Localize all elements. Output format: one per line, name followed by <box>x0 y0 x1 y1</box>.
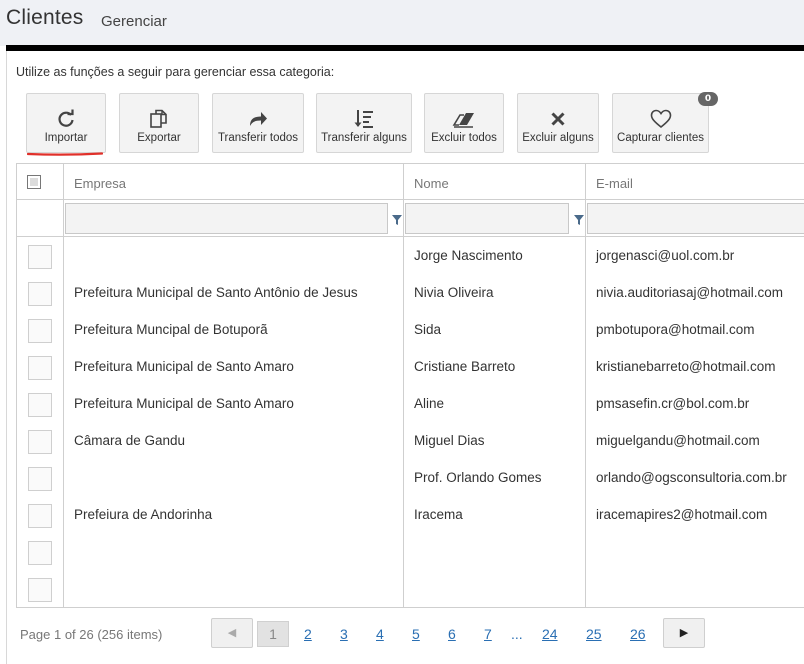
email-filter-input[interactable] <box>587 203 804 234</box>
cell-email: kristianebarreto@hotmail.com <box>596 359 776 374</box>
capture-clients-button[interactable]: Capturar clientes <box>612 93 709 153</box>
share-arrow-icon <box>213 108 303 130</box>
transfer-some-label: Transferir alguns <box>321 132 407 144</box>
cell-empresa: Prefeitura Municipal de Santo Amaro <box>74 359 294 374</box>
transfer-some-button[interactable]: Transferir alguns <box>316 93 412 153</box>
chevron-right-icon: ▶ <box>679 626 689 639</box>
column-header-email[interactable]: E-mail <box>596 176 633 191</box>
row-checkbox[interactable] <box>28 356 52 380</box>
filter-icon[interactable] <box>391 214 403 226</box>
column-header-nome[interactable]: Nome <box>414 176 449 191</box>
pager-ellipsis[interactable]: ... <box>511 626 523 642</box>
nome-filter-input[interactable] <box>405 203 569 234</box>
sort-desc-icon <box>317 108 411 130</box>
capture-clients-label: Capturar clientes <box>617 132 704 144</box>
cell-nome: Nivia Oliveira <box>414 285 494 300</box>
cell-empresa: Prefeiura de Andorinha <box>74 507 213 522</box>
row-checkbox[interactable] <box>28 319 52 343</box>
chevron-left-icon: ◀ <box>227 626 237 639</box>
cell-empresa: Câmara de Gandu <box>74 433 186 448</box>
cell-nome: Cristiane Barreto <box>414 359 516 374</box>
cell-email: pmsasefin.cr@bol.com.br <box>596 396 750 411</box>
delete-all-label: Excluir todos <box>431 132 497 144</box>
page-link[interactable]: 24 <box>542 626 558 642</box>
row-checkbox[interactable] <box>28 467 52 491</box>
page-link[interactable]: 6 <box>448 626 456 642</box>
empresa-filter-input[interactable] <box>65 203 388 234</box>
select-all-checkbox[interactable] <box>27 175 41 189</box>
cell-empresa: Prefeitura Municipal de Santo Amaro <box>74 396 294 411</box>
refresh-icon <box>27 108 105 130</box>
row-checkbox[interactable] <box>28 541 52 565</box>
column-header-empresa[interactable]: Empresa <box>74 176 126 191</box>
row-checkbox[interactable] <box>28 393 52 417</box>
delete-all-button[interactable]: Excluir todos <box>424 93 504 153</box>
cell-email: nivia.auditoriasaj@hotmail.com <box>596 285 784 300</box>
cell-nome: Jorge Nascimento <box>414 248 523 263</box>
row-checkbox[interactable] <box>28 504 52 528</box>
page-link[interactable]: 5 <box>412 626 420 642</box>
clients-grid: Empresa Nome E-mail Jorge Nascimento jorg… <box>16 163 804 608</box>
cell-email: iracemapires2@hotmail.com <box>596 507 768 522</box>
row-checkbox[interactable] <box>28 245 52 269</box>
cell-email: pmbotupora@hotmail.com <box>596 322 755 337</box>
cell-email: orlando@ogsconsultoria.com.br <box>596 470 787 485</box>
active-underline <box>27 152 103 156</box>
current-page: 1 <box>257 621 289 647</box>
capture-count-badge: 0 <box>698 92 718 106</box>
cell-nome: Prof. Orlando Gomes <box>414 470 542 485</box>
transfer-all-button[interactable]: Transferir todos <box>212 93 304 153</box>
export-button[interactable]: Exportar <box>119 93 199 153</box>
pager-summary: Page 1 of 26 (256 items) <box>20 627 163 642</box>
page-header: Clientes Gerenciar <box>0 0 804 46</box>
cell-nome: Iracema <box>414 507 463 522</box>
header-divider <box>6 45 804 51</box>
cell-empresa: Prefeitura Muncipal de Botuporã <box>74 322 268 337</box>
page-link[interactable]: 7 <box>484 626 492 642</box>
import-label: Importar <box>44 132 88 144</box>
page-title: Clientes <box>6 6 84 29</box>
cell-nome: Miguel Dias <box>414 433 485 448</box>
cell-empresa: Prefeitura Municipal de Santo Antônio de… <box>74 285 358 300</box>
page-link[interactable]: 26 <box>630 626 646 642</box>
row-checkbox[interactable] <box>28 282 52 306</box>
eraser-icon <box>425 108 503 130</box>
next-page-button[interactable]: ▶ <box>663 618 705 648</box>
row-checkbox[interactable] <box>28 578 52 602</box>
content-border <box>6 51 7 664</box>
transfer-all-label: Transferir todos <box>217 132 299 144</box>
filter-icon[interactable] <box>573 214 585 226</box>
cell-nome: Aline <box>414 396 445 411</box>
page-link[interactable]: 2 <box>304 626 312 642</box>
cell-email: jorgenasci@uol.com.br <box>596 248 735 263</box>
page-subtitle: Gerenciar <box>101 13 167 30</box>
delete-some-button[interactable]: Excluir alguns <box>517 93 599 153</box>
export-label: Exportar <box>137 132 181 144</box>
page-link[interactable]: 4 <box>376 626 384 642</box>
import-button[interactable]: Importar <box>26 93 106 153</box>
heart-icon <box>613 108 708 130</box>
cell-nome: Sida <box>414 322 442 337</box>
page-link[interactable]: 3 <box>340 626 348 642</box>
cell-email: miguelgandu@hotmail.com <box>596 433 760 448</box>
delete-some-label: Excluir alguns <box>522 132 594 144</box>
instructions-text: Utilize as funções a seguir para gerenci… <box>16 65 335 79</box>
page-link[interactable]: 25 <box>586 626 602 642</box>
x-icon <box>518 108 598 130</box>
copy-icon <box>120 108 198 130</box>
row-checkbox[interactable] <box>28 430 52 454</box>
prev-page-button[interactable]: ◀ <box>211 618 253 648</box>
